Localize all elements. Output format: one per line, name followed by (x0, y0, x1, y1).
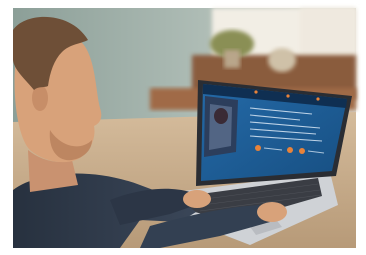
vase (268, 48, 296, 72)
photo-illustration (13, 8, 356, 248)
photo-scene (0, 0, 366, 251)
person-hand-left (183, 190, 211, 208)
person-hand-right (257, 202, 287, 222)
